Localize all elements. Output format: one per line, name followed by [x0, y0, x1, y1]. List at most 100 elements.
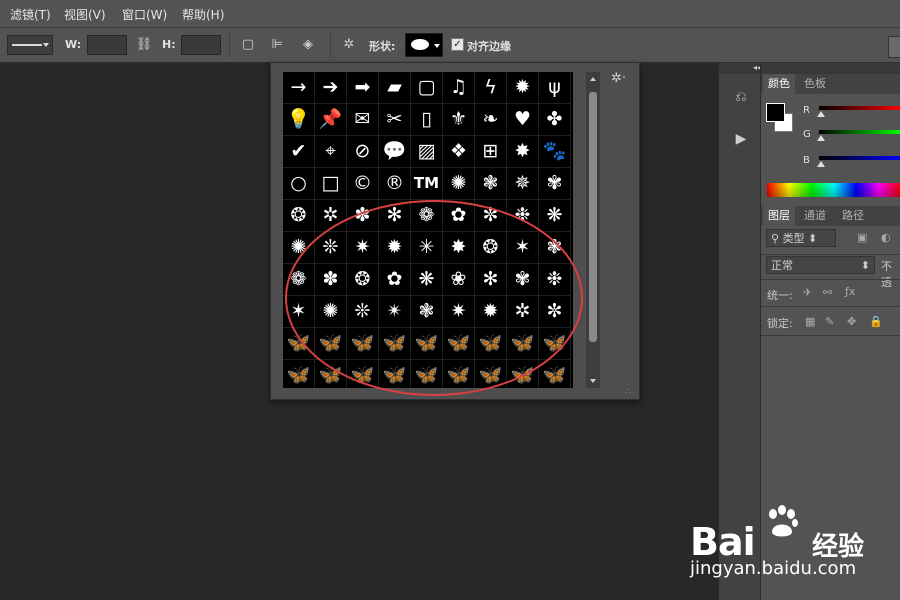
unify-position-icon[interactable]: ✈	[803, 286, 812, 299]
shape-cell[interactable]: 🦋	[475, 328, 507, 360]
shape-cell[interactable]: ❁	[283, 264, 315, 296]
shape-cell[interactable]: ▨	[411, 136, 443, 168]
shape-cell[interactable]: ϟ	[475, 72, 507, 104]
shape-cell[interactable]: 💬	[379, 136, 411, 168]
shape-cell[interactable]: ○	[283, 168, 315, 200]
shape-cell[interactable]: ✺	[443, 168, 475, 200]
shape-cell[interactable]: ❀	[443, 264, 475, 296]
shape-cell[interactable]: ✶	[507, 232, 539, 264]
shape-cell[interactable]: ⊞	[475, 136, 507, 168]
shape-cell[interactable]: 💡	[283, 104, 315, 136]
shape-cell[interactable]: ❊	[347, 296, 379, 328]
align-edges-checkbox[interactable]: ✓	[451, 38, 464, 51]
shape-cell[interactable]: 🦋	[315, 360, 347, 388]
shape-cell[interactable]: ✼	[539, 296, 571, 328]
shape-cell[interactable]: 🐾	[539, 136, 571, 168]
shape-cell[interactable]: ✼	[475, 200, 507, 232]
scroll-up-icon[interactable]	[590, 77, 596, 81]
shape-cell[interactable]: ❋	[539, 200, 571, 232]
shape-cell[interactable]: 📌	[315, 104, 347, 136]
stroke-type-dropdown[interactable]	[7, 35, 53, 55]
menu-help[interactable]: 帮助(H)	[182, 6, 224, 23]
shape-cell[interactable]: ❊	[315, 232, 347, 264]
unify-visibility-icon[interactable]: ⚯	[823, 286, 832, 299]
tab-paths[interactable]: 路径	[837, 206, 869, 226]
shape-cell[interactable]: ❁	[411, 200, 443, 232]
shape-cell[interactable]: ✺	[283, 232, 315, 264]
menu-filter[interactable]: 滤镜(T)	[10, 6, 51, 23]
shape-cell[interactable]: 🦋	[475, 360, 507, 388]
shape-cell[interactable]: ✾	[539, 168, 571, 200]
shape-cell[interactable]: 🦋	[347, 328, 379, 360]
shape-cell[interactable]: ✺	[315, 296, 347, 328]
tab-channels[interactable]: 通道	[799, 206, 831, 226]
shape-cell[interactable]: ψ	[539, 72, 571, 104]
shape-cell[interactable]: 🦋	[379, 328, 411, 360]
lock-pixels-icon[interactable]: ✎	[825, 315, 834, 328]
shape-cell[interactable]: ✷	[443, 296, 475, 328]
shape-cell[interactable]: ❂	[475, 232, 507, 264]
menu-window[interactable]: 窗口(W)	[122, 6, 167, 23]
history-icon[interactable]: ⎌	[727, 85, 755, 109]
shape-cell[interactable]: 🦋	[411, 360, 443, 388]
actions-play-icon[interactable]: ▶	[727, 127, 755, 151]
shape-cell[interactable]: ✶	[283, 296, 315, 328]
shape-cell[interactable]: 🦋	[315, 328, 347, 360]
gear-icon[interactable]: ✲·	[611, 71, 626, 86]
shape-cell[interactable]: 🦋	[411, 328, 443, 360]
shape-cell[interactable]: ✿	[379, 264, 411, 296]
shape-cell[interactable]: ❋	[411, 264, 443, 296]
shape-cell[interactable]: ❂	[347, 264, 379, 296]
shape-cell[interactable]: ❃	[411, 296, 443, 328]
link-icon[interactable]: ⛓	[134, 35, 154, 55]
shape-cell[interactable]: ▢	[411, 72, 443, 104]
shape-cell[interactable]: ⊘	[347, 136, 379, 168]
shape-cell[interactable]: ✲	[507, 296, 539, 328]
shape-cell[interactable]: ✹	[507, 72, 539, 104]
path-arrangement-icon[interactable]: ◈	[298, 35, 318, 55]
slider-knob[interactable]	[817, 135, 825, 141]
height-input[interactable]	[181, 35, 221, 55]
tab-color[interactable]: 颜色	[763, 74, 795, 94]
blue-slider[interactable]	[817, 156, 900, 167]
tab-layers[interactable]: 图层	[763, 206, 795, 226]
shape-cell[interactable]: ⚜	[443, 104, 475, 136]
shape-cell[interactable]: ♥	[507, 104, 539, 136]
shape-cell[interactable]: ✉	[347, 104, 379, 136]
adjustment-filter-icon[interactable]: ◐	[881, 231, 891, 244]
lock-transparent-icon[interactable]: ▦	[805, 315, 815, 328]
shape-cell[interactable]: ✵	[507, 168, 539, 200]
color-spectrum-bar[interactable]	[767, 183, 900, 197]
shape-cell[interactable]: 🦋	[539, 360, 571, 388]
shape-cell[interactable]: ✽	[315, 264, 347, 296]
shape-cell[interactable]: ✸	[507, 136, 539, 168]
menu-view[interactable]: 视图(V)	[64, 6, 106, 23]
unify-style-icon[interactable]: ƒx	[845, 285, 855, 298]
shape-cell[interactable]: ➡	[347, 72, 379, 104]
shape-cell[interactable]: 🦋	[283, 360, 315, 388]
shape-cell[interactable]: →	[283, 72, 315, 104]
scroll-thumb[interactable]	[589, 92, 597, 342]
shape-cell[interactable]: ✹	[475, 296, 507, 328]
shape-cell[interactable]: TM	[411, 168, 443, 200]
shape-cell[interactable]: ✻	[379, 200, 411, 232]
blend-mode-select[interactable]: 正常 ⬍	[766, 256, 875, 274]
shape-cell[interactable]: 🦋	[283, 328, 315, 360]
shape-cell[interactable]: ✔	[283, 136, 315, 168]
shape-cell[interactable]: ✹	[379, 232, 411, 264]
lock-position-icon[interactable]: ✥	[847, 315, 856, 328]
scroll-down-icon[interactable]	[590, 379, 596, 383]
shape-cell[interactable]: ✷	[347, 232, 379, 264]
shape-cell[interactable]: ✿	[443, 200, 475, 232]
workspace-button[interactable]	[888, 36, 900, 58]
red-slider[interactable]	[817, 106, 900, 117]
shape-cell[interactable]: 🦋	[443, 328, 475, 360]
shape-cell[interactable]: ▯	[411, 104, 443, 136]
foreground-color-swatch[interactable]	[766, 103, 785, 122]
shape-cell[interactable]: ®	[379, 168, 411, 200]
shape-cell[interactable]: ✻	[475, 264, 507, 296]
gear-icon[interactable]: ✲	[339, 35, 359, 55]
width-input[interactable]	[87, 35, 127, 55]
shape-cell[interactable]: 🦋	[379, 360, 411, 388]
lock-all-icon[interactable]: 🔒	[869, 315, 883, 328]
